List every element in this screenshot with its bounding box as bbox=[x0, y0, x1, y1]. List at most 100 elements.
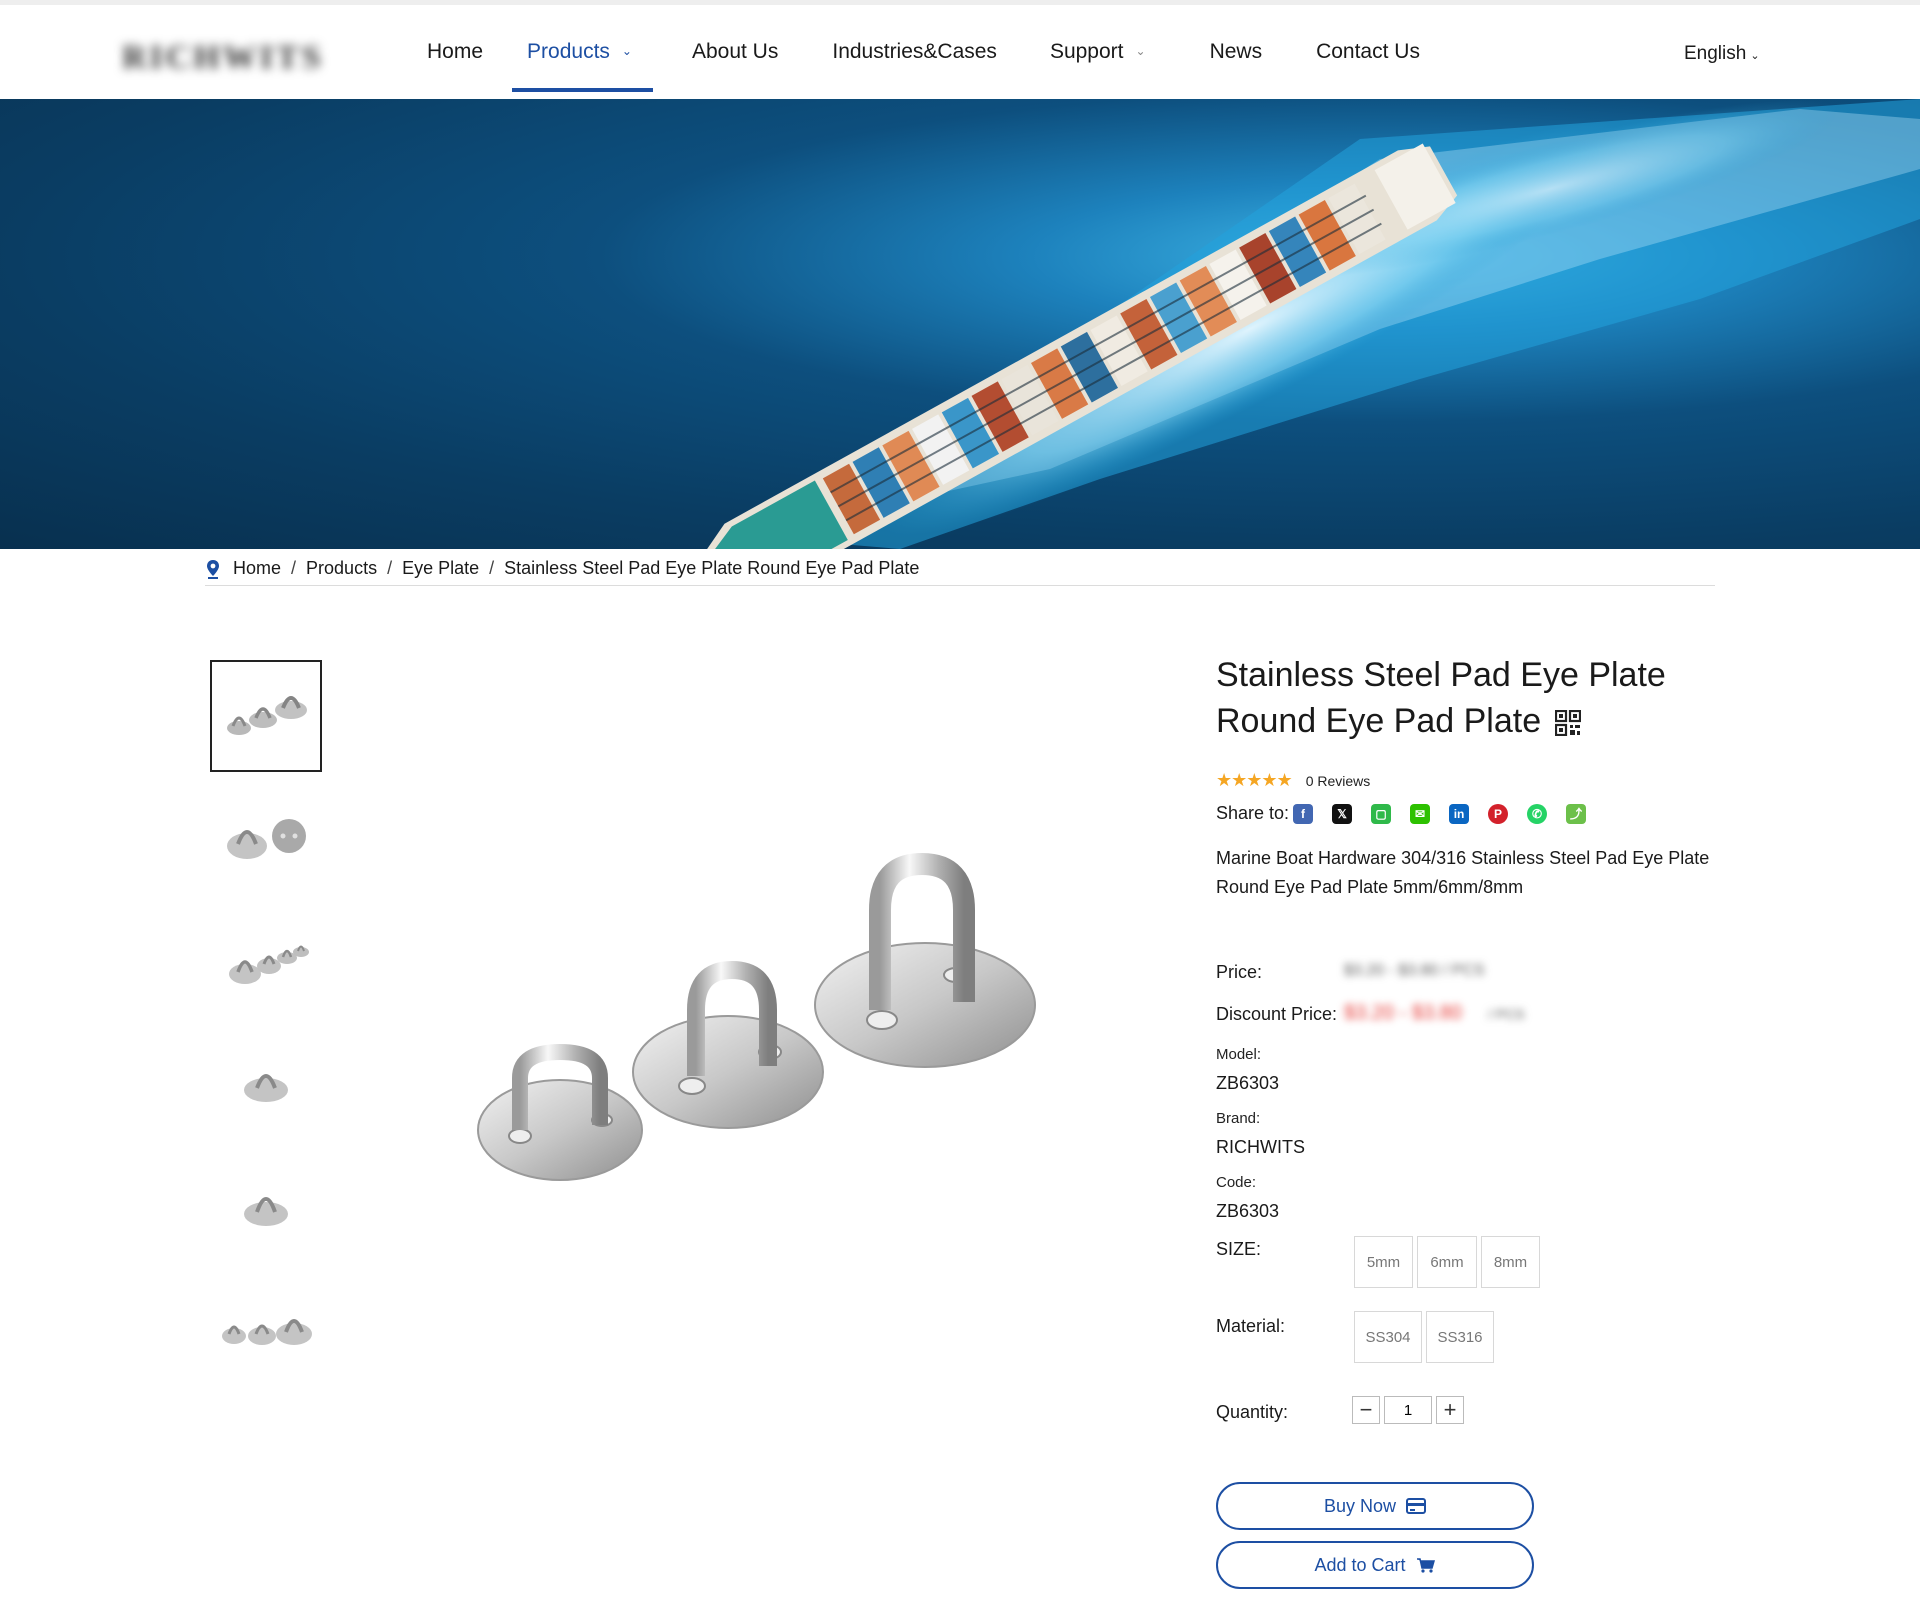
language-selector[interactable]: English ⌄ bbox=[1684, 43, 1760, 65]
quantity-input[interactable] bbox=[1384, 1396, 1432, 1424]
product-thumbnail-image bbox=[244, 1197, 288, 1226]
nav-item-home[interactable]: Home bbox=[406, 5, 504, 99]
nav-label: Contact Us bbox=[1316, 40, 1420, 63]
brand-label: Brand: bbox=[1216, 1110, 1261, 1127]
location-pin-icon bbox=[207, 559, 219, 579]
add-to-cart-button[interactable]: Add to Cart bbox=[1216, 1541, 1534, 1589]
thumbnail-list bbox=[210, 660, 324, 1392]
cart-icon bbox=[1416, 1558, 1435, 1573]
rating-row: ★★★★★ 0 Reviews bbox=[1216, 770, 1736, 791]
logo-text: RICHWITS bbox=[122, 39, 324, 76]
size-label: SIZE: bbox=[1216, 1239, 1262, 1259]
wechat-icon[interactable]: ✉ bbox=[1410, 803, 1431, 824]
whatsapp-icon[interactable]: ✆ bbox=[1527, 803, 1548, 824]
breadcrumb-eye-plate[interactable]: Eye Plate bbox=[402, 558, 479, 579]
material-options: SS304 SS316 bbox=[1354, 1311, 1498, 1363]
pinterest-icon[interactable]: P bbox=[1488, 803, 1509, 824]
container-ship-image bbox=[673, 99, 1920, 549]
nav-label: Home bbox=[427, 40, 484, 63]
quantity-increase-button[interactable]: + bbox=[1436, 1396, 1464, 1424]
credit-card-icon bbox=[1406, 1498, 1427, 1514]
main-nav: Home Products ⌄ About Us Industries&Cases… bbox=[406, 5, 1441, 99]
nav-label: News bbox=[1209, 40, 1263, 63]
site-header: RICHWITS Home Products ⌄ About Us Industr… bbox=[0, 5, 1920, 99]
star-rating-icon: ★★★★★ bbox=[1216, 770, 1293, 790]
reviews-count[interactable]: 0 Reviews bbox=[1306, 773, 1371, 789]
code-label: Code: bbox=[1216, 1174, 1257, 1191]
product-thumbnail-image bbox=[244, 1074, 288, 1102]
product-thumbnail-image bbox=[222, 1319, 312, 1345]
product-title-text: Stainless Steel Pad Eye Plate Round Eye … bbox=[1216, 656, 1666, 740]
product-info: Stainless Steel Pad Eye Plate Round Eye … bbox=[1216, 652, 1736, 1589]
nav-label: About Us bbox=[691, 40, 779, 63]
share-label: Share to: bbox=[1216, 803, 1290, 823]
size-option-8mm[interactable]: 8mm bbox=[1481, 1236, 1540, 1288]
model-value: ZB6303 bbox=[1216, 1073, 1280, 1093]
model-label: Model: bbox=[1216, 1046, 1262, 1063]
x-icon[interactable]: 𝕏 bbox=[1332, 803, 1353, 824]
nav-item-about-us[interactable]: About Us bbox=[661, 5, 799, 99]
material-option-ss304[interactable]: SS304 bbox=[1354, 1311, 1422, 1363]
buy-now-button[interactable]: Buy Now bbox=[1216, 1482, 1534, 1530]
price-row: Price: bbox=[1216, 962, 1262, 983]
chevron-down-icon: ⌄ bbox=[1750, 50, 1760, 62]
price-label: Price: bbox=[1216, 962, 1263, 982]
material-label: Material: bbox=[1216, 1316, 1286, 1336]
hero-banner bbox=[0, 99, 1920, 549]
material-option-ss316[interactable]: SS316 bbox=[1426, 1311, 1494, 1363]
nav-item-contact-us[interactable]: Contact Us bbox=[1283, 5, 1441, 99]
nav-item-products[interactable]: Products ⌄ bbox=[504, 5, 661, 99]
thumbnail-3[interactable] bbox=[210, 904, 322, 1016]
breadcrumb-separator: / bbox=[291, 558, 297, 578]
line-icon[interactable]: ▢ bbox=[1371, 803, 1392, 824]
code-value: ZB6303 bbox=[1216, 1201, 1280, 1221]
nav-label: Industries&Cases bbox=[832, 40, 997, 63]
nav-item-support[interactable]: Support ⌄ bbox=[1018, 5, 1167, 99]
size-options: 5mm 6mm 8mm bbox=[1354, 1236, 1544, 1288]
thumbnail-6[interactable] bbox=[210, 1270, 322, 1382]
nav-label: Products bbox=[527, 40, 610, 63]
main-product-image[interactable] bbox=[460, 840, 1040, 1200]
linkedin-icon[interactable]: in bbox=[1449, 803, 1470, 824]
discount-price-row: Discount Price: bbox=[1216, 1004, 1337, 1025]
discount-price-value: $3.20 - $3.80 bbox=[1344, 1002, 1462, 1024]
discount-price-label: Discount Price: bbox=[1216, 1004, 1338, 1024]
thumbnail-5[interactable] bbox=[210, 1148, 322, 1260]
breadcrumb-products[interactable]: Products bbox=[306, 558, 377, 579]
breadcrumb: Home / Products / Eye Plate / Stainless … bbox=[205, 552, 1715, 586]
chevron-down-icon: ⌄ bbox=[1135, 44, 1146, 58]
breadcrumb-home[interactable]: Home bbox=[233, 558, 281, 579]
share-icon[interactable]: ⤴ bbox=[1566, 803, 1587, 824]
pad-eye-plate-image bbox=[477, 852, 1036, 1181]
size-option-6mm[interactable]: 6mm bbox=[1417, 1236, 1477, 1288]
product-thumbnail-image bbox=[227, 696, 307, 735]
quantity-decrease-button[interactable]: − bbox=[1352, 1396, 1380, 1424]
quantity-stepper: − + bbox=[1352, 1396, 1464, 1424]
nav-item-industries-cases[interactable]: Industries&Cases bbox=[799, 5, 1018, 99]
qr-code-icon[interactable] bbox=[1555, 710, 1582, 737]
breadcrumb-current: Stainless Steel Pad Eye Plate Round Eye … bbox=[504, 558, 920, 578]
product-title: Stainless Steel Pad Eye Plate Round Eye … bbox=[1216, 652, 1736, 744]
thumbnail-4[interactable] bbox=[210, 1026, 322, 1138]
buy-now-label: Buy Now bbox=[1323, 1495, 1397, 1516]
thumbnail-1[interactable] bbox=[210, 660, 322, 772]
thumbnail-2[interactable] bbox=[210, 782, 322, 894]
quantity-label: Quantity: bbox=[1216, 1402, 1289, 1422]
facebook-icon[interactable]: f bbox=[1293, 803, 1314, 824]
nav-item-news[interactable]: News bbox=[1167, 5, 1284, 99]
price-value: $3.20 - $3.80 / PCS bbox=[1344, 962, 1485, 979]
product-description: Marine Boat Hardware 304/316 Stainless S… bbox=[1216, 848, 1710, 897]
discount-price-unit: / PCS bbox=[1488, 1006, 1525, 1022]
product-thumbnail-image bbox=[227, 819, 306, 859]
site-logo[interactable]: RICHWITS bbox=[122, 35, 382, 81]
add-to-cart-label: Add to Cart bbox=[1314, 1554, 1406, 1575]
language-label: English bbox=[1684, 43, 1747, 64]
share-row: Share to: f 𝕏 ▢ ✉ in P ✆ ⤴ bbox=[1216, 803, 1736, 824]
breadcrumb-separator: / bbox=[387, 558, 393, 578]
brand-value: RICHWITS bbox=[1216, 1137, 1305, 1157]
breadcrumb-separator: / bbox=[489, 558, 495, 578]
nav-label: Support bbox=[1049, 40, 1124, 63]
size-option-5mm[interactable]: 5mm bbox=[1354, 1236, 1413, 1288]
product-thumbnail-image bbox=[229, 945, 309, 984]
chevron-down-icon: ⌄ bbox=[621, 44, 632, 58]
